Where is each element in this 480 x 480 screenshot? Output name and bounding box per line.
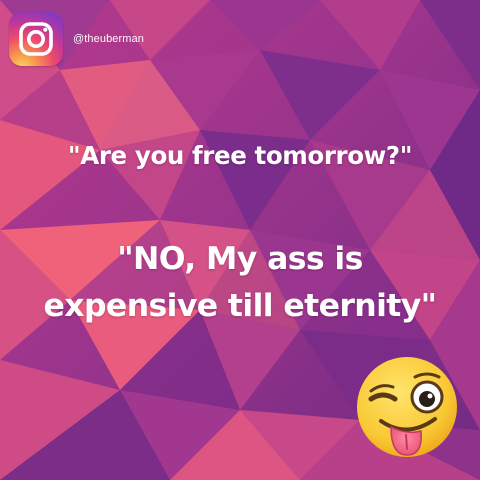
instagram-icon xyxy=(9,12,63,66)
answer-quote: "NO, My ass is expensive till eternity" xyxy=(0,236,480,330)
question-quote: "Are you free tomorrow?" xyxy=(67,141,413,170)
account-badge: @theuberman xyxy=(9,12,144,66)
post-canvas: @theuberman "Are you free tomorrow?" "NO… xyxy=(0,0,480,480)
account-handle: @theuberman xyxy=(73,33,144,45)
answer-line-1: "NO, My ass is xyxy=(117,241,363,277)
winking-face-with-tongue-icon xyxy=(357,357,457,457)
answer-line-2: expensive till eternity" xyxy=(43,288,438,324)
